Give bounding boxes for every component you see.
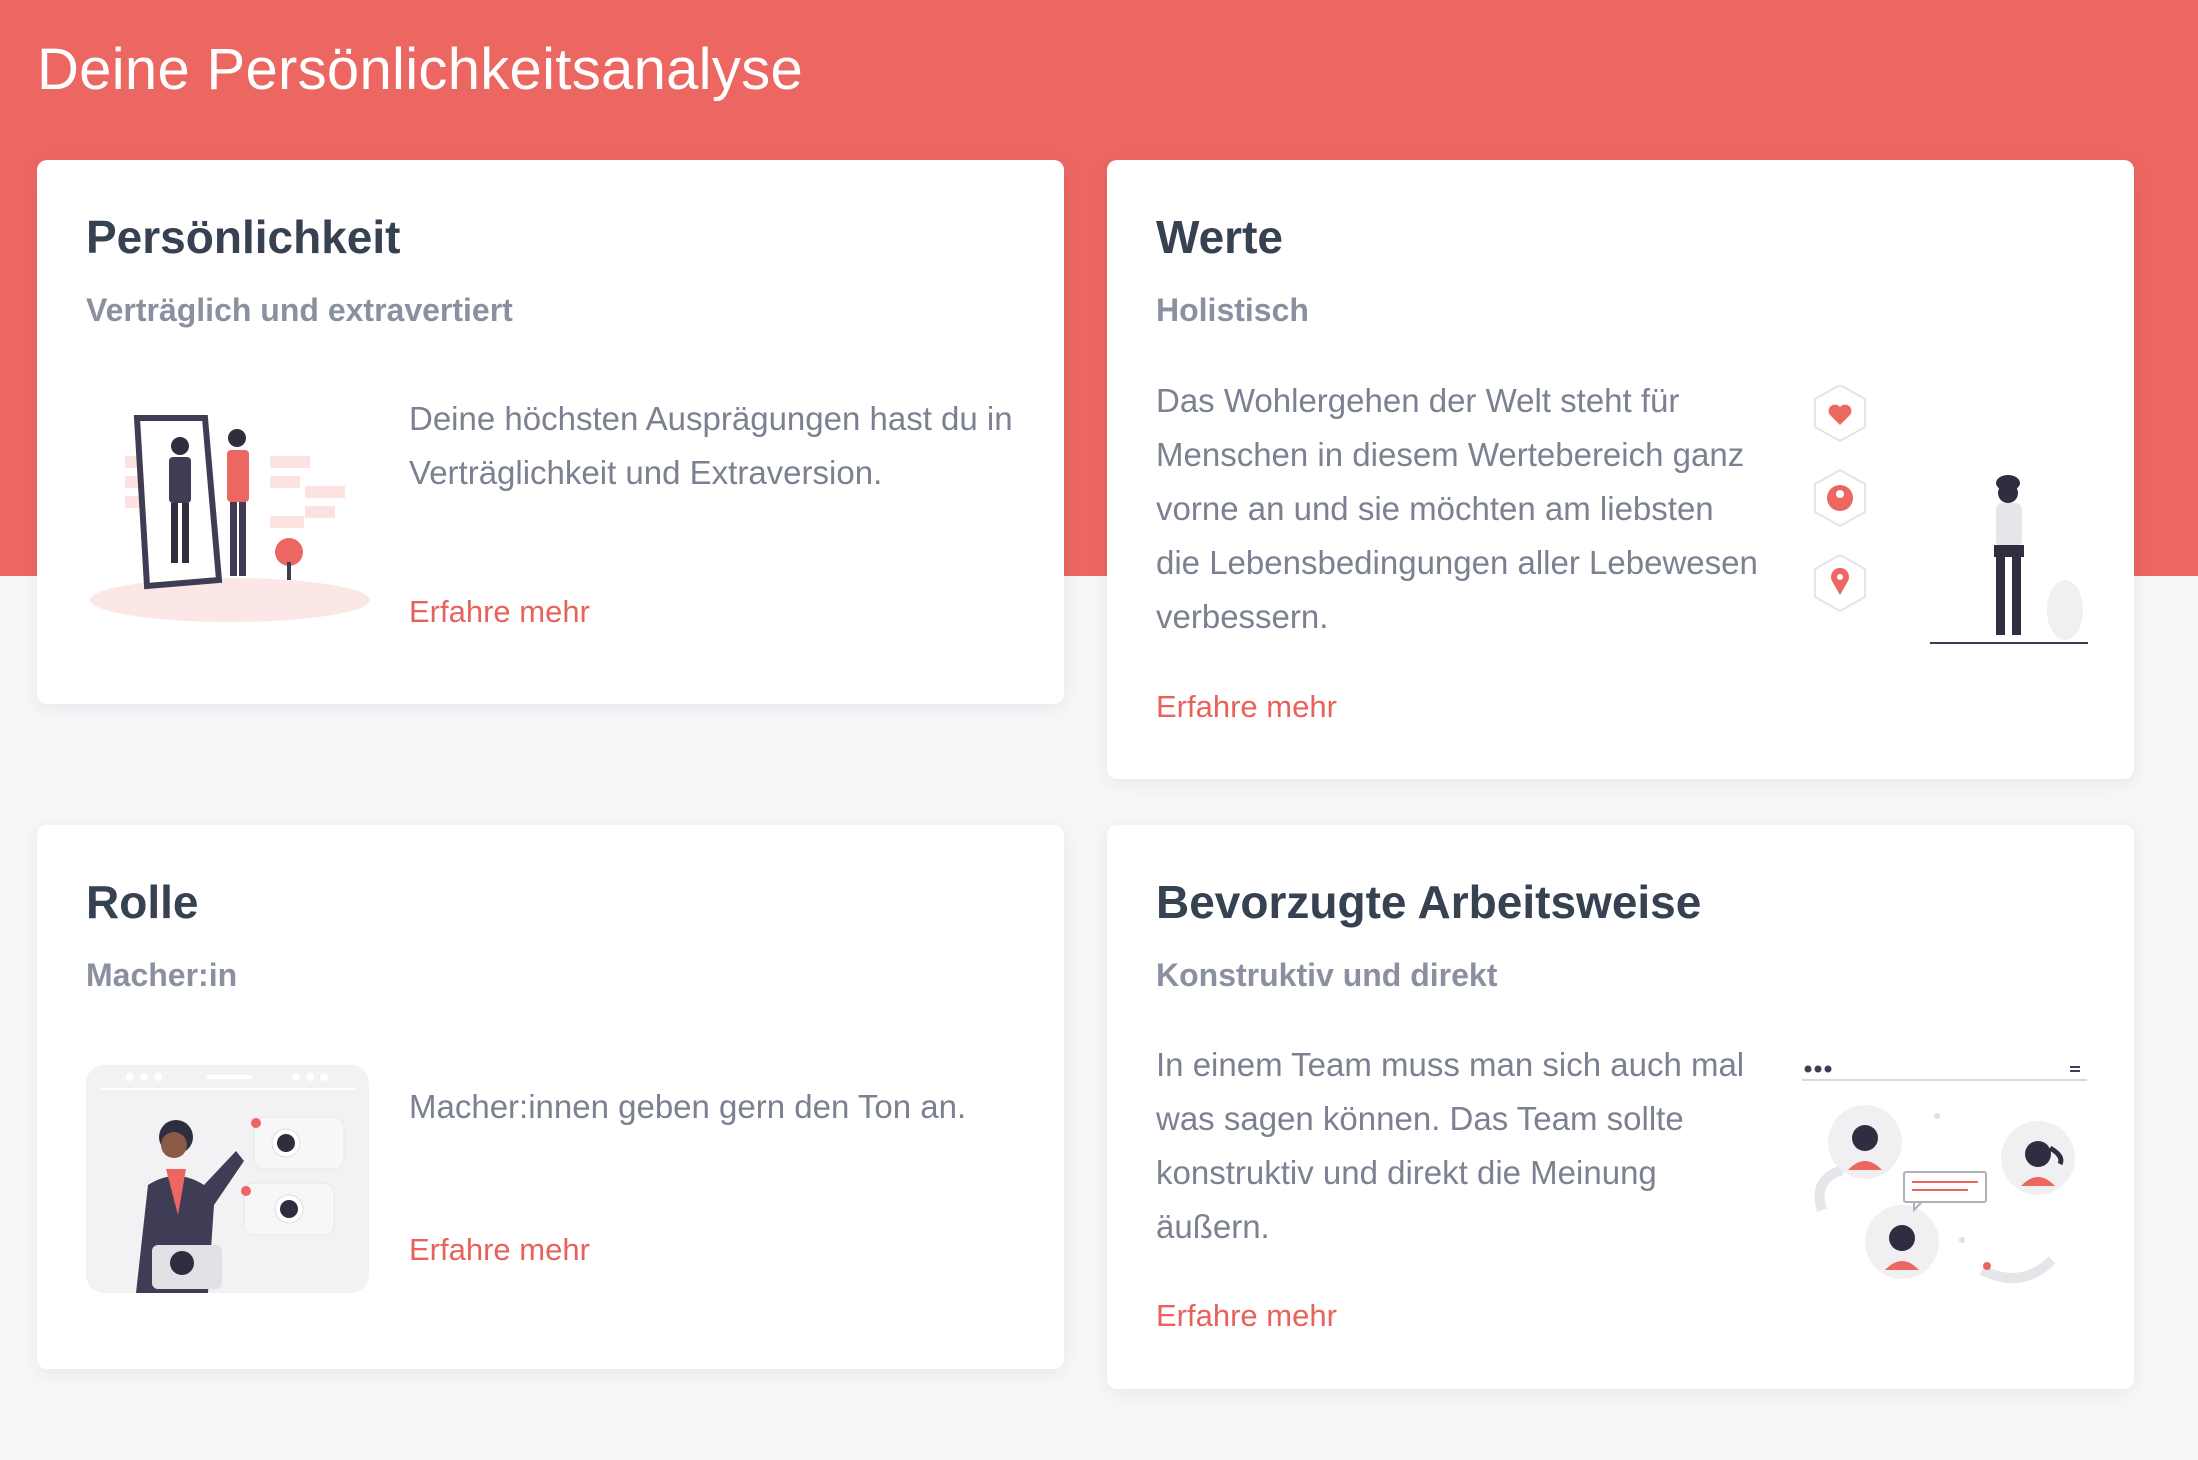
card-subtitle: Konstruktiv und direkt: [1156, 957, 1498, 993]
card-description: Deine höchsten Ausprägungen hast du in V…: [409, 400, 1013, 491]
learn-more-link[interactable]: Erfahre mehr: [409, 1232, 590, 1268]
card-title: Rolle: [86, 876, 199, 928]
person-with-icons-illustration: [1800, 385, 2090, 650]
card-description: Macher:innen geben gern den Ton an.: [409, 1088, 967, 1125]
card-title: Persönlichkeit: [86, 211, 401, 263]
card-role: Rolle Macher:in Macher:innen geben gern …: [37, 825, 1064, 1369]
card-title: Bevorzugte Arbeitsweise: [1156, 876, 1702, 928]
card-subtitle: Holistisch: [1156, 292, 1309, 328]
card-values: Werte Holistisch Das Wohlergehen der Wel…: [1107, 160, 2134, 779]
card-work-style: Bevorzugte Arbeitsweise Konstruktiv und …: [1107, 825, 2134, 1389]
learn-more-link[interactable]: Erfahre mehr: [1156, 1298, 1337, 1334]
mirror-illustration: [85, 406, 375, 626]
card-subtitle: Macher:in: [86, 957, 238, 993]
page-title: Deine Persönlichkeitsanalyse: [37, 37, 804, 102]
presenter-illustration: [86, 1065, 369, 1293]
learn-more-link[interactable]: Erfahre mehr: [1156, 689, 1337, 725]
card-personality: Persönlichkeit Verträglich und extravert…: [37, 160, 1064, 704]
learn-more-link[interactable]: Erfahre mehr: [409, 594, 590, 630]
team-network-illustration: [1802, 1060, 2087, 1295]
card-subtitle: Verträglich und extravertiert: [86, 292, 513, 328]
card-title: Werte: [1156, 211, 1283, 263]
card-description: In einem Team muss man sich auch mal was…: [1156, 1046, 1745, 1245]
card-description: Das Wohlergehen der Welt steht für Mensc…: [1156, 382, 1758, 635]
